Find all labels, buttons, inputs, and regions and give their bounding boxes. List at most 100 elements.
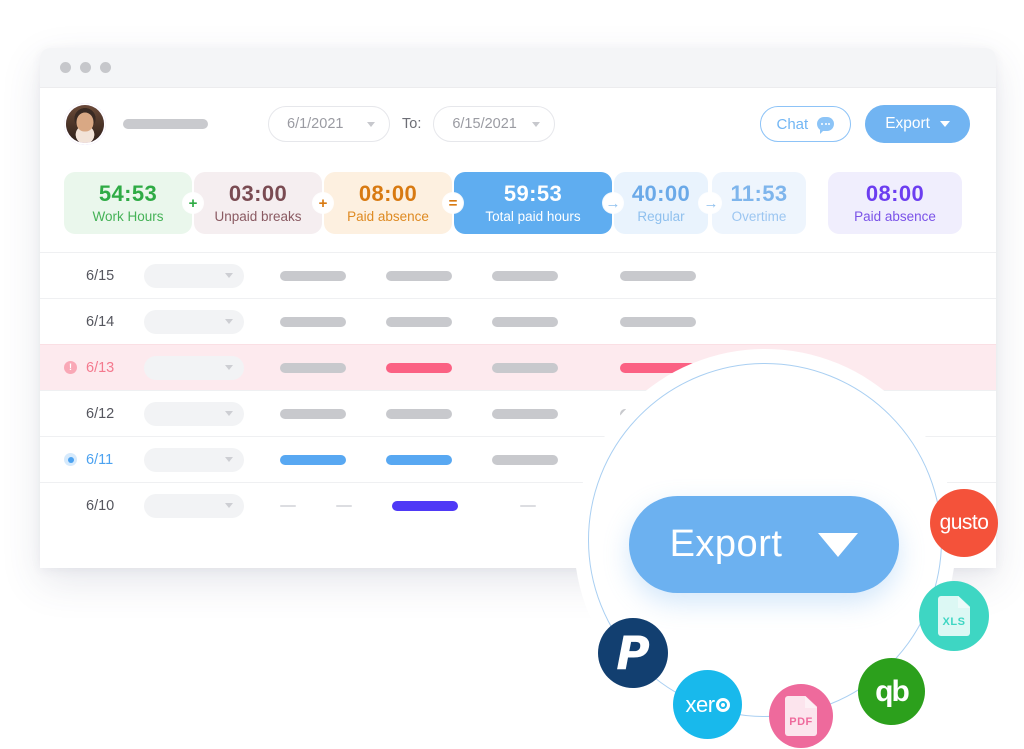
- cell-value-bar: [280, 455, 346, 465]
- chat-label: Chat: [777, 116, 809, 133]
- table-row[interactable]: 6/14: [40, 298, 996, 344]
- status-dot-icon[interactable]: [64, 453, 77, 466]
- summary-card-label: Paid absence: [347, 209, 429, 224]
- close-dot[interactable]: [60, 62, 71, 73]
- chevron-down-icon: [225, 411, 233, 416]
- summary-card-label: Unpaid breaks: [214, 209, 301, 224]
- table-row[interactable]: !6/13: [40, 344, 996, 390]
- row-select[interactable]: [144, 448, 244, 472]
- xls-label: XLS: [938, 616, 970, 628]
- integration-logo-gusto[interactable]: gusto: [930, 489, 998, 557]
- date-from-value: 6/1/2021: [287, 116, 343, 132]
- row-select[interactable]: [144, 402, 244, 426]
- chevron-down-icon: [532, 122, 540, 127]
- empty-cell-dash: [280, 505, 296, 507]
- row-date: 6/15: [86, 268, 144, 284]
- summary-card: 03:00 Unpaid breaks: [194, 172, 322, 234]
- summary-card-label: Regular: [637, 209, 684, 224]
- chat-bubble-icon: [817, 117, 834, 131]
- avatar[interactable]: [64, 103, 106, 145]
- summary-operator: →: [603, 193, 623, 213]
- minimize-dot[interactable]: [80, 62, 91, 73]
- summary-card-value: 40:00: [632, 182, 690, 205]
- export-button[interactable]: Export: [865, 105, 970, 143]
- summary-card: 59:53Total paid hours: [454, 172, 612, 234]
- table-row[interactable]: 6/15: [40, 252, 996, 298]
- summary-card-label: Work Hours: [92, 209, 163, 224]
- chevron-down-icon: [225, 365, 233, 370]
- cell-value-bar: [492, 363, 558, 373]
- date-to-field[interactable]: 6/15/2021: [433, 106, 555, 142]
- cell-value-bar: [386, 409, 452, 419]
- cell-value-bar: [386, 271, 452, 281]
- chevron-down-icon: [367, 122, 375, 127]
- integration-logo-paychex[interactable]: P: [598, 618, 668, 688]
- summary-operator: =: [443, 193, 463, 213]
- pdf-label: PDF: [785, 716, 817, 728]
- user-name-placeholder: [123, 119, 208, 129]
- row-date: 6/14: [86, 314, 144, 330]
- to-label: To:: [402, 116, 421, 132]
- integration-logo-xls[interactable]: XLS: [919, 581, 989, 651]
- integration-logo-xero[interactable]: xer: [673, 670, 742, 739]
- alert-icon[interactable]: !: [64, 361, 77, 374]
- chevron-down-icon: [225, 503, 233, 508]
- cell-value-bar: [492, 455, 558, 465]
- export-callout-label: Export: [670, 523, 783, 566]
- xero-o-icon: [716, 698, 730, 712]
- window-titlebar: [40, 48, 996, 88]
- cell-value-bar: [280, 409, 346, 419]
- summary-card-value: 03:00: [229, 182, 287, 205]
- summary-card-value: 59:53: [504, 182, 562, 205]
- chat-button[interactable]: Chat: [760, 106, 852, 142]
- integration-logo-pdf[interactable]: PDF: [769, 684, 833, 748]
- pdf-file-icon: PDF: [785, 696, 817, 736]
- chevron-down-icon: [940, 121, 950, 127]
- quickbooks-wordmark: qb: [875, 675, 908, 709]
- cell-value-bar: [280, 271, 346, 281]
- summary-card-value: 08:00: [866, 182, 924, 205]
- summary-card-value: 54:53: [99, 182, 157, 205]
- integration-logo-quickbooks[interactable]: qb: [858, 658, 925, 725]
- export-label: Export: [885, 115, 930, 133]
- chevron-down-icon: [818, 533, 858, 557]
- gusto-wordmark: gusto: [940, 511, 989, 535]
- cell-value-bar: [386, 317, 452, 327]
- paychex-wordmark: P: [616, 630, 650, 676]
- row-marker: [64, 453, 86, 466]
- summary-operator: +: [183, 193, 203, 213]
- cell-value-bar: [386, 455, 452, 465]
- cell-value-bar: [620, 271, 696, 281]
- cell-value-bar: [280, 363, 346, 373]
- xero-wordmark: xer: [685, 692, 714, 718]
- toolbar: 6/1/2021 To: 6/15/2021 Chat Export: [40, 88, 996, 160]
- chevron-down-icon: [225, 457, 233, 462]
- row-date: 6/12: [86, 406, 144, 422]
- row-marker: !: [64, 361, 86, 374]
- export-callout-button[interactable]: Export: [629, 496, 899, 593]
- chevron-down-icon: [225, 319, 233, 324]
- summary-card-value: 11:53: [730, 182, 787, 205]
- date-from-field[interactable]: 6/1/2021: [268, 106, 390, 142]
- avatar-photo: [66, 105, 104, 143]
- screenshot-stage: 6/1/2021 To: 6/15/2021 Chat Export 54:53…: [0, 0, 1024, 749]
- summary-operator: +: [313, 193, 333, 213]
- summary-card: 08:00Paid absence: [828, 172, 962, 234]
- row-select[interactable]: [144, 494, 244, 518]
- cell-value-bar: [280, 317, 346, 327]
- empty-cell-dash: [336, 505, 352, 507]
- maximize-dot[interactable]: [100, 62, 111, 73]
- xls-file-icon: XLS: [938, 596, 970, 636]
- summary-card: 11:53Overtime: [712, 172, 806, 234]
- cell-value-bar: [620, 317, 696, 327]
- summary-operator: →: [701, 193, 721, 213]
- row-select[interactable]: [144, 356, 244, 380]
- row-date: 6/11: [86, 452, 144, 468]
- cell-value-bar: [492, 409, 558, 419]
- cell-value-bar: [492, 271, 558, 281]
- chevron-down-icon: [225, 273, 233, 278]
- row-select[interactable]: [144, 310, 244, 334]
- row-select[interactable]: [144, 264, 244, 288]
- cell-value-bar: [392, 501, 458, 511]
- cell-value-bar: [620, 363, 696, 373]
